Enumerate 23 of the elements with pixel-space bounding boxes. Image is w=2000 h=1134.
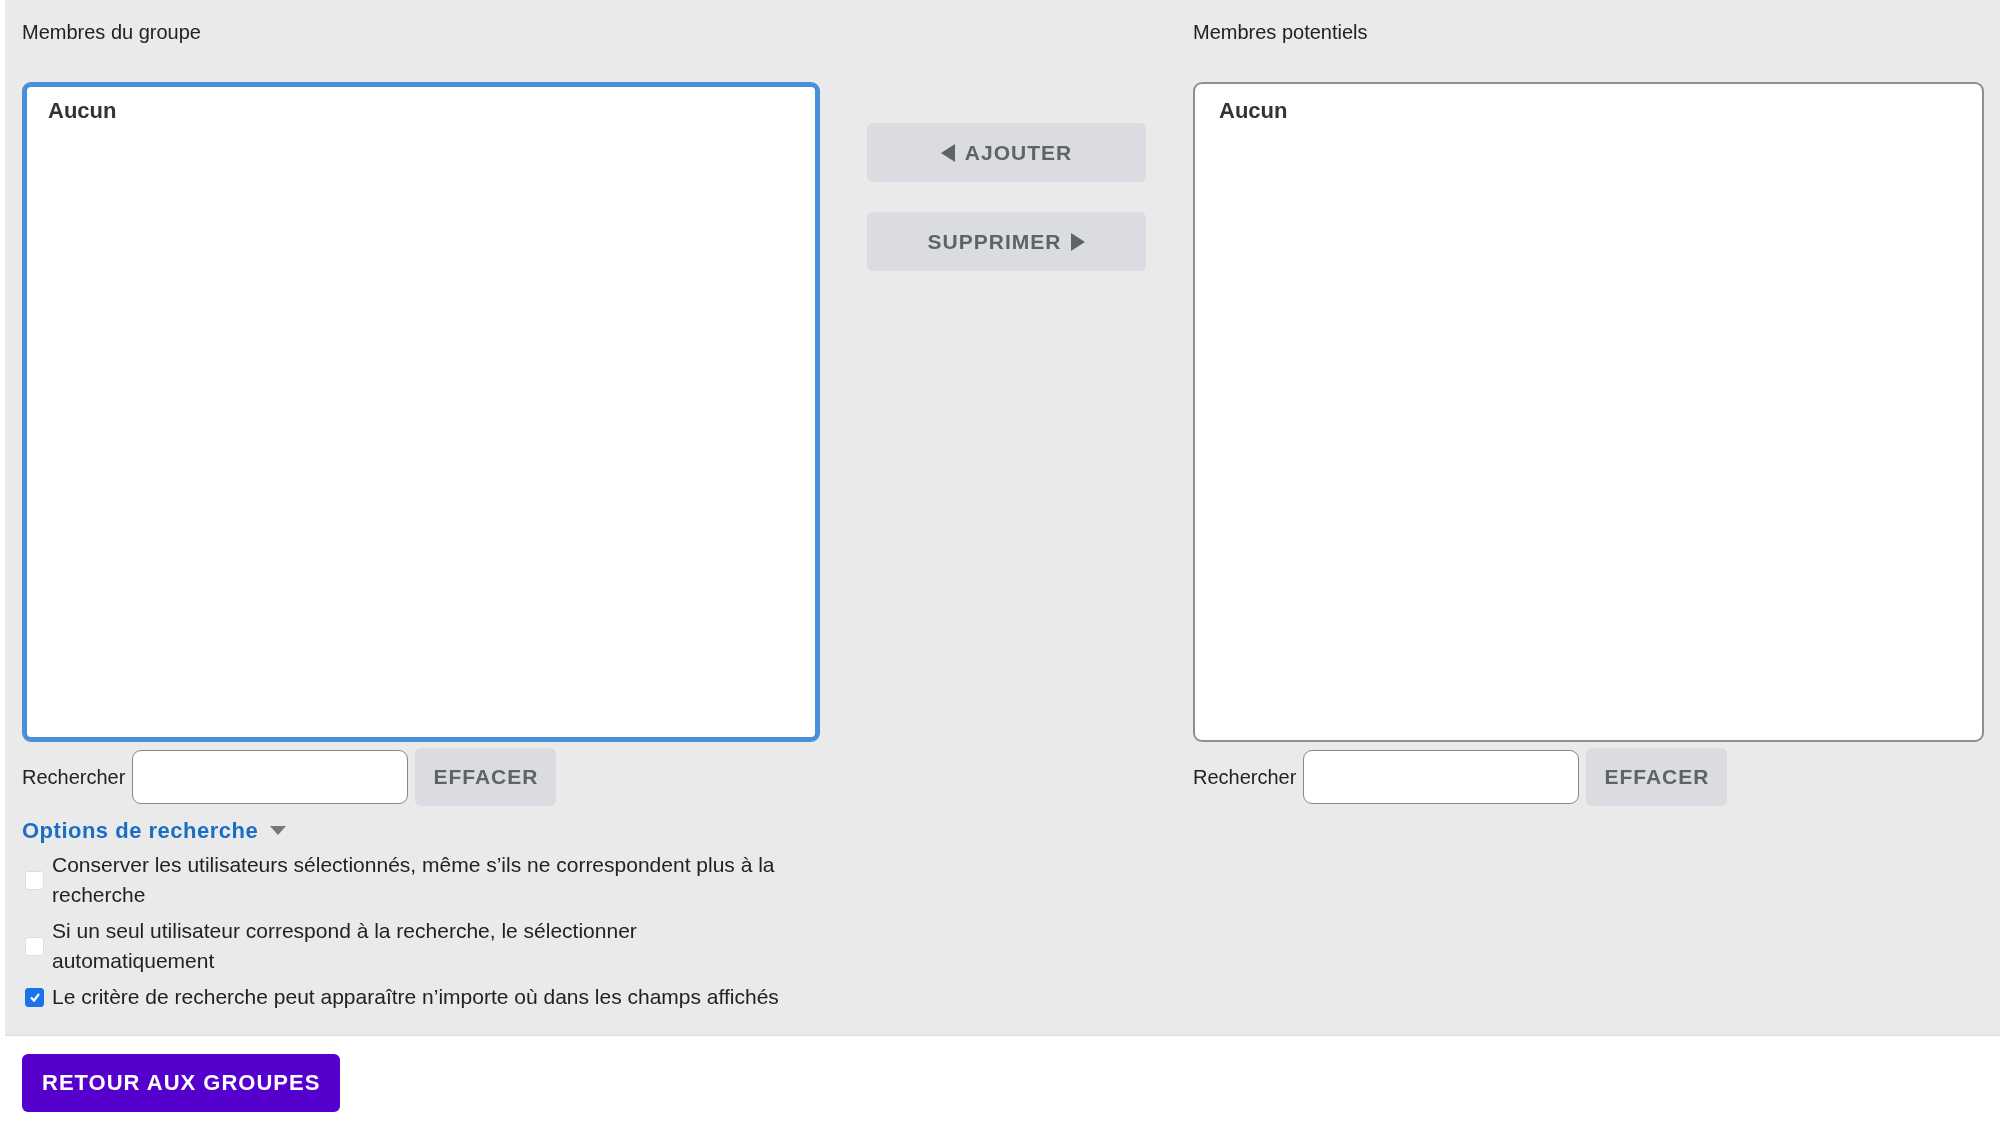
list-label: Membres potentiels (1193, 21, 1369, 45)
caret-icon (270, 826, 287, 836)
back-button[interactable]: RETOUR AUX GROUPES (22, 1054, 341, 1112)
checkbox[interactable] (25, 987, 44, 1007)
clear-button[interactable]: EFFACER (1586, 748, 1728, 806)
move-button[interactable]: AJOUTER (867, 123, 1146, 182)
move-button[interactable]: SUPPRIMER (867, 212, 1146, 271)
option-label: Le critère de recherche peut apparaître n’importe où dans les champs affichés (52, 984, 779, 1010)
right-triangle-icon (1071, 232, 1086, 251)
option-label: Conserver les utilisateurs sélectionnés, même s’ils ne correspondent plus à la recherche (52, 852, 776, 908)
left-triangle-icon (940, 143, 955, 162)
search-label: Rechercher (1193, 765, 1297, 789)
search-options-toggle[interactable]: Options de recherche (22, 818, 287, 844)
list-option[interactable]: Aucun (1219, 98, 1288, 123)
clear-button[interactable]: EFFACER (415, 748, 557, 806)
option-label: Si un seul utilisateur correspond à la recherche, le sélectionner automatiquement (52, 918, 638, 974)
member-listbox[interactable]: Aucun (22, 82, 820, 742)
search-label: Rechercher (22, 765, 126, 789)
search-field[interactable] (1303, 750, 1580, 804)
search-field[interactable] (132, 750, 409, 804)
list-option[interactable]: Aucun (48, 98, 117, 123)
member-listbox[interactable]: Aucun (1193, 82, 1984, 742)
list-label: Membres du groupe (22, 21, 202, 45)
